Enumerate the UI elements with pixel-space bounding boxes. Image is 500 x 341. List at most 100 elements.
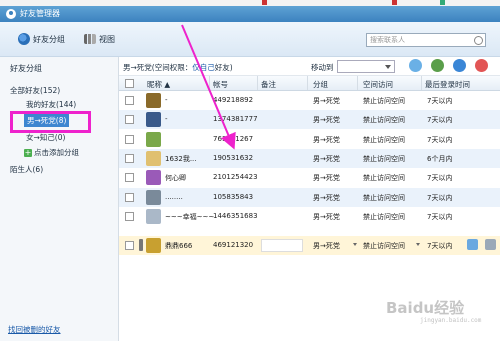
row-checkbox[interactable] <box>125 212 134 221</box>
top-strip-marker <box>440 0 445 5</box>
row-checkbox[interactable] <box>125 193 134 202</box>
table-header: 昵称 ▲ 帐号 备注 分组 空间访问 最后登录时间 <box>119 76 500 91</box>
top-strip-marker <box>392 0 397 5</box>
row-checkbox[interactable] <box>125 96 134 105</box>
trash-icon[interactable] <box>485 239 496 250</box>
avatar[interactable] <box>146 209 161 224</box>
row-checkbox[interactable] <box>125 154 134 163</box>
space-access: 禁止访问空间 <box>363 116 405 124</box>
qq-logo-icon <box>6 9 16 19</box>
group: 男→死党 <box>313 213 340 221</box>
avatar[interactable] <box>146 190 161 205</box>
access-dropdown-icon[interactable] <box>416 243 420 246</box>
table-row[interactable]: 何心卿 2101254423 男→死党 禁止访问空间 7天以内 <box>119 168 500 187</box>
avatar[interactable] <box>146 238 161 253</box>
column-nickname[interactable]: 昵称 ▲ <box>147 79 170 90</box>
group-dropdown-icon[interactable] <box>353 243 357 246</box>
table-row[interactable]: 鼎鼎666 469121320 男→死党 禁止访问空间 7天以内 <box>119 236 500 255</box>
row-checkbox[interactable] <box>125 241 134 250</box>
watermark-sub: jingyan.baidu.com <box>420 317 482 324</box>
permission-link[interactable]: 仅自己 <box>192 63 215 72</box>
watermark: Baidu经验 <box>386 299 465 317</box>
group: 男→死党 <box>313 136 340 144</box>
column-divider <box>357 76 358 90</box>
nickname: - <box>165 96 168 104</box>
title-bar: 好友管理器 <box>0 6 500 22</box>
column-divider <box>257 76 258 90</box>
space-access: 禁止访问空间 <box>363 97 405 105</box>
sidebar-item-my-friends[interactable]: 我的好友(144) <box>26 99 76 110</box>
last-login: 7天以内 <box>427 97 453 105</box>
table-row[interactable]: ~~~幸福~~~ 1446351683 男→死党 禁止访问空间 7天以内 <box>119 207 500 226</box>
nickname: ........ <box>165 193 183 201</box>
table-row[interactable]: - 1374381777 男→死党 禁止访问空间 7天以内 <box>119 110 500 129</box>
account: 105835843 <box>213 193 254 201</box>
search-icon[interactable] <box>474 35 483 45</box>
account: 1446351683 <box>213 212 258 220</box>
friends-icon <box>18 33 30 45</box>
nickname: 1632我... <box>165 155 197 163</box>
row-checkbox[interactable] <box>125 115 134 124</box>
group: 男→死党 <box>313 97 340 105</box>
add-group-label: 点击添加分组 <box>34 148 79 157</box>
move-to-select[interactable] <box>337 60 395 73</box>
view-icon <box>84 34 96 44</box>
account: 2101254423 <box>213 173 258 181</box>
avatar[interactable] <box>146 112 161 127</box>
plus-icon: + <box>24 148 32 157</box>
tab-friend-groups[interactable]: 好友分组 <box>18 31 65 47</box>
group-sidebar: 好友分组 全部好友(152) 我的好友(144) 男→死党(8) 女→知己(0)… <box>0 57 119 341</box>
tab-view[interactable]: 视图 <box>84 31 115 47</box>
table-row[interactable]: 761271267 男→死党 禁止访问空间 7天以内 <box>119 130 500 149</box>
space-access: 禁止访问空间 <box>363 174 405 182</box>
search-box[interactable]: 搜索联系人 <box>366 33 486 47</box>
avatar[interactable] <box>146 170 161 185</box>
view-profile-icon[interactable] <box>431 59 444 72</box>
sidebar-item-confidants[interactable]: 女→知己(0) <box>26 132 65 143</box>
column-space-access[interactable]: 空间访问 <box>363 79 393 90</box>
add-group-button[interactable]: + 点击添加分组 <box>24 147 79 158</box>
add-friend-icon[interactable] <box>453 59 466 72</box>
action-icons <box>409 59 488 72</box>
row-checkbox[interactable] <box>125 135 134 144</box>
sidebar-header: 好友分组 <box>10 64 42 73</box>
tab-friend-groups-label: 好友分组 <box>33 34 65 44</box>
account: 761271267 <box>213 135 254 143</box>
select-all-checkbox[interactable] <box>125 79 134 88</box>
column-divider <box>209 76 210 90</box>
column-remark[interactable]: 备注 <box>261 79 276 90</box>
column-last-login[interactable]: 最后登录时间 <box>425 79 470 90</box>
column-account[interactable]: 帐号 <box>213 79 228 90</box>
table-row[interactable]: ........ 105835843 男→死党 禁止访问空间 7天以内 <box>119 188 500 207</box>
last-login: 7天以内 <box>427 136 453 144</box>
account: 449218892 <box>213 96 254 104</box>
delete-friend-icon[interactable] <box>475 59 488 72</box>
table-row[interactable]: 1632我... 190531632 男→死党 禁止访问空间 6个月内 <box>119 149 500 168</box>
remark-input[interactable] <box>261 239 303 252</box>
search-input[interactable]: 搜索联系人 <box>367 35 474 45</box>
table-row[interactable]: - 449218892 男→死党 禁止访问空间 7天以内 <box>119 91 500 110</box>
permission-suffix: 好友) <box>214 63 233 72</box>
profile-card-icon[interactable] <box>467 239 478 250</box>
avatar[interactable] <box>146 151 161 166</box>
account: 1374381777 <box>213 115 258 123</box>
group-permission-text: 男→死党(空间权限：仅自己好友) <box>123 62 233 73</box>
column-divider <box>421 76 422 90</box>
space-access: 禁止访问空间 <box>363 194 405 202</box>
sidebar-item-strangers[interactable]: 陌生人(6) <box>10 164 43 175</box>
avatar[interactable] <box>146 132 161 147</box>
send-message-icon[interactable] <box>409 59 422 72</box>
account: 469121320 <box>213 241 254 249</box>
space-access: 禁止访问空间 <box>363 155 405 163</box>
last-login: 7天以内 <box>427 194 453 202</box>
phone-icon <box>139 239 143 251</box>
column-divider <box>307 76 308 90</box>
last-login: 7天以内 <box>427 242 453 250</box>
nickname: 鼎鼎666 <box>165 242 193 250</box>
row-checkbox[interactable] <box>125 173 134 182</box>
space-access: 禁止访问空间 <box>363 136 405 144</box>
recover-deleted-friends-link[interactable]: 找回被删的好友 <box>8 324 61 335</box>
column-group[interactable]: 分组 <box>313 79 328 90</box>
sidebar-item-all-friends[interactable]: 全部好友(152) <box>10 85 60 96</box>
avatar[interactable] <box>146 93 161 108</box>
